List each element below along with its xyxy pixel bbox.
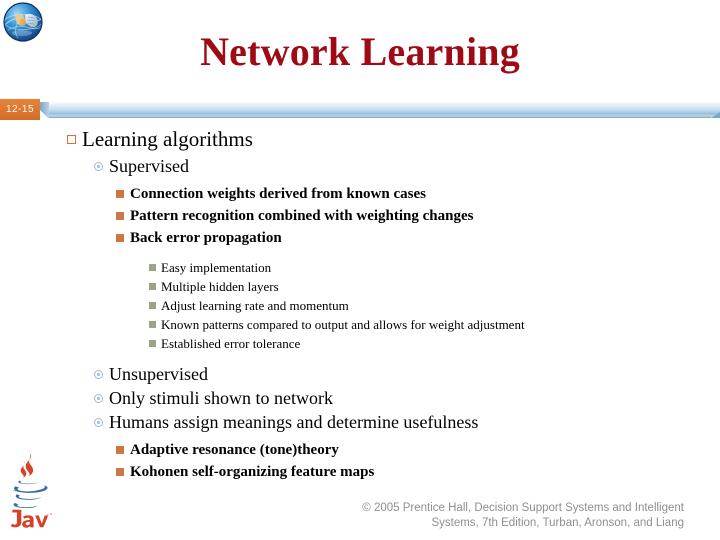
outline-item-level3: Adaptive resonance (tone)theory — [0, 439, 720, 461]
page-number-badge: 12-15 — [0, 99, 40, 120]
filled-square-bullet-icon — [110, 461, 130, 483]
filled-square-bullet-icon — [110, 205, 130, 227]
filled-square-bullet-icon — [110, 439, 130, 461]
outline-item-level2: Unsupervised — [0, 362, 720, 386]
outline-item-text: Multiple hidden layers — [161, 279, 279, 294]
outline-item-level2: Only stimuli shown to network — [0, 386, 720, 410]
circle-dot-bullet-icon — [88, 362, 109, 386]
outline-item-level4: Known patterns compared to output and al… — [0, 315, 720, 334]
outline-item-level3: Connection weights derived from known ca… — [0, 183, 720, 205]
circle-dot-bullet-icon — [88, 386, 109, 410]
outline-item-text: Kohonen self-organizing feature maps — [130, 464, 375, 480]
filled-square-bullet-icon — [143, 296, 161, 315]
outline-item-text: Unsupervised — [109, 364, 208, 384]
outline-item-level3: Pattern recognition combined with weight… — [0, 205, 720, 227]
filled-square-bullet-icon — [110, 183, 130, 205]
outline-item-text: Established error tolerance — [161, 336, 301, 351]
outline-item-text: Pattern recognition combined with weight… — [130, 208, 474, 224]
outline-item-level2: Supervised — [0, 154, 720, 178]
filled-square-bullet-icon — [143, 315, 161, 334]
filled-square-bullet-icon — [143, 277, 161, 296]
open-square-bullet-icon — [60, 126, 82, 153]
outline-item-level4: Easy implementation — [0, 258, 720, 277]
outline-item-level2: Humans assign meanings and determine use… — [0, 410, 720, 434]
circle-dot-bullet-icon — [88, 410, 109, 434]
svg-text:™: ™ — [49, 512, 52, 517]
java-logo: ™ — [6, 450, 52, 528]
circle-dot-bullet-icon — [88, 154, 109, 178]
outline-item-text: Learning algorithms — [82, 127, 253, 151]
outline-item-text: Only stimuli shown to network — [109, 388, 333, 408]
outline-item-level4: Established error tolerance — [0, 334, 720, 353]
copyright-line-2: Systems, 7th Edition, Turban, Aronson, a… — [431, 517, 684, 529]
outline-item-text: Humans assign meanings and determine use… — [109, 412, 479, 432]
outline-item-text: Adaptive resonance (tone)theory — [130, 442, 339, 458]
outline-item-text: Supervised — [109, 156, 189, 176]
outline-item-text: Connection weights derived from known ca… — [130, 186, 426, 202]
outline-item-level3: Kohonen self-organizing feature maps — [0, 461, 720, 483]
outline-item-level4: Multiple hidden layers — [0, 277, 720, 296]
page-title: Network Learning — [200, 29, 520, 74]
outline-item-text: Adjust learning rate and momentum — [161, 298, 349, 313]
filled-square-bullet-icon — [143, 334, 161, 353]
copyright-line-1: © 2005 Prentice Hall, Decision Support S… — [362, 502, 684, 514]
outline-item-level1: Learning algorithms — [0, 126, 720, 153]
outline-item-level3: Back error propagation — [0, 227, 720, 249]
decorative-bar — [40, 101, 720, 118]
outline-item-text: Known patterns compared to output and al… — [161, 317, 525, 332]
filled-square-bullet-icon — [143, 258, 161, 277]
divider-band: 12-15 — [0, 99, 720, 120]
copyright-footer: © 2005 Prentice Hall, Decision Support S… — [254, 501, 684, 531]
outline-item-text: Back error propagation — [130, 230, 282, 246]
slide-outline: Learning algorithms Supervised Connectio… — [0, 126, 720, 483]
outline-item-text: Easy implementation — [161, 260, 272, 275]
filled-square-bullet-icon — [110, 227, 130, 249]
outline-item-level4: Adjust learning rate and momentum — [0, 296, 720, 315]
